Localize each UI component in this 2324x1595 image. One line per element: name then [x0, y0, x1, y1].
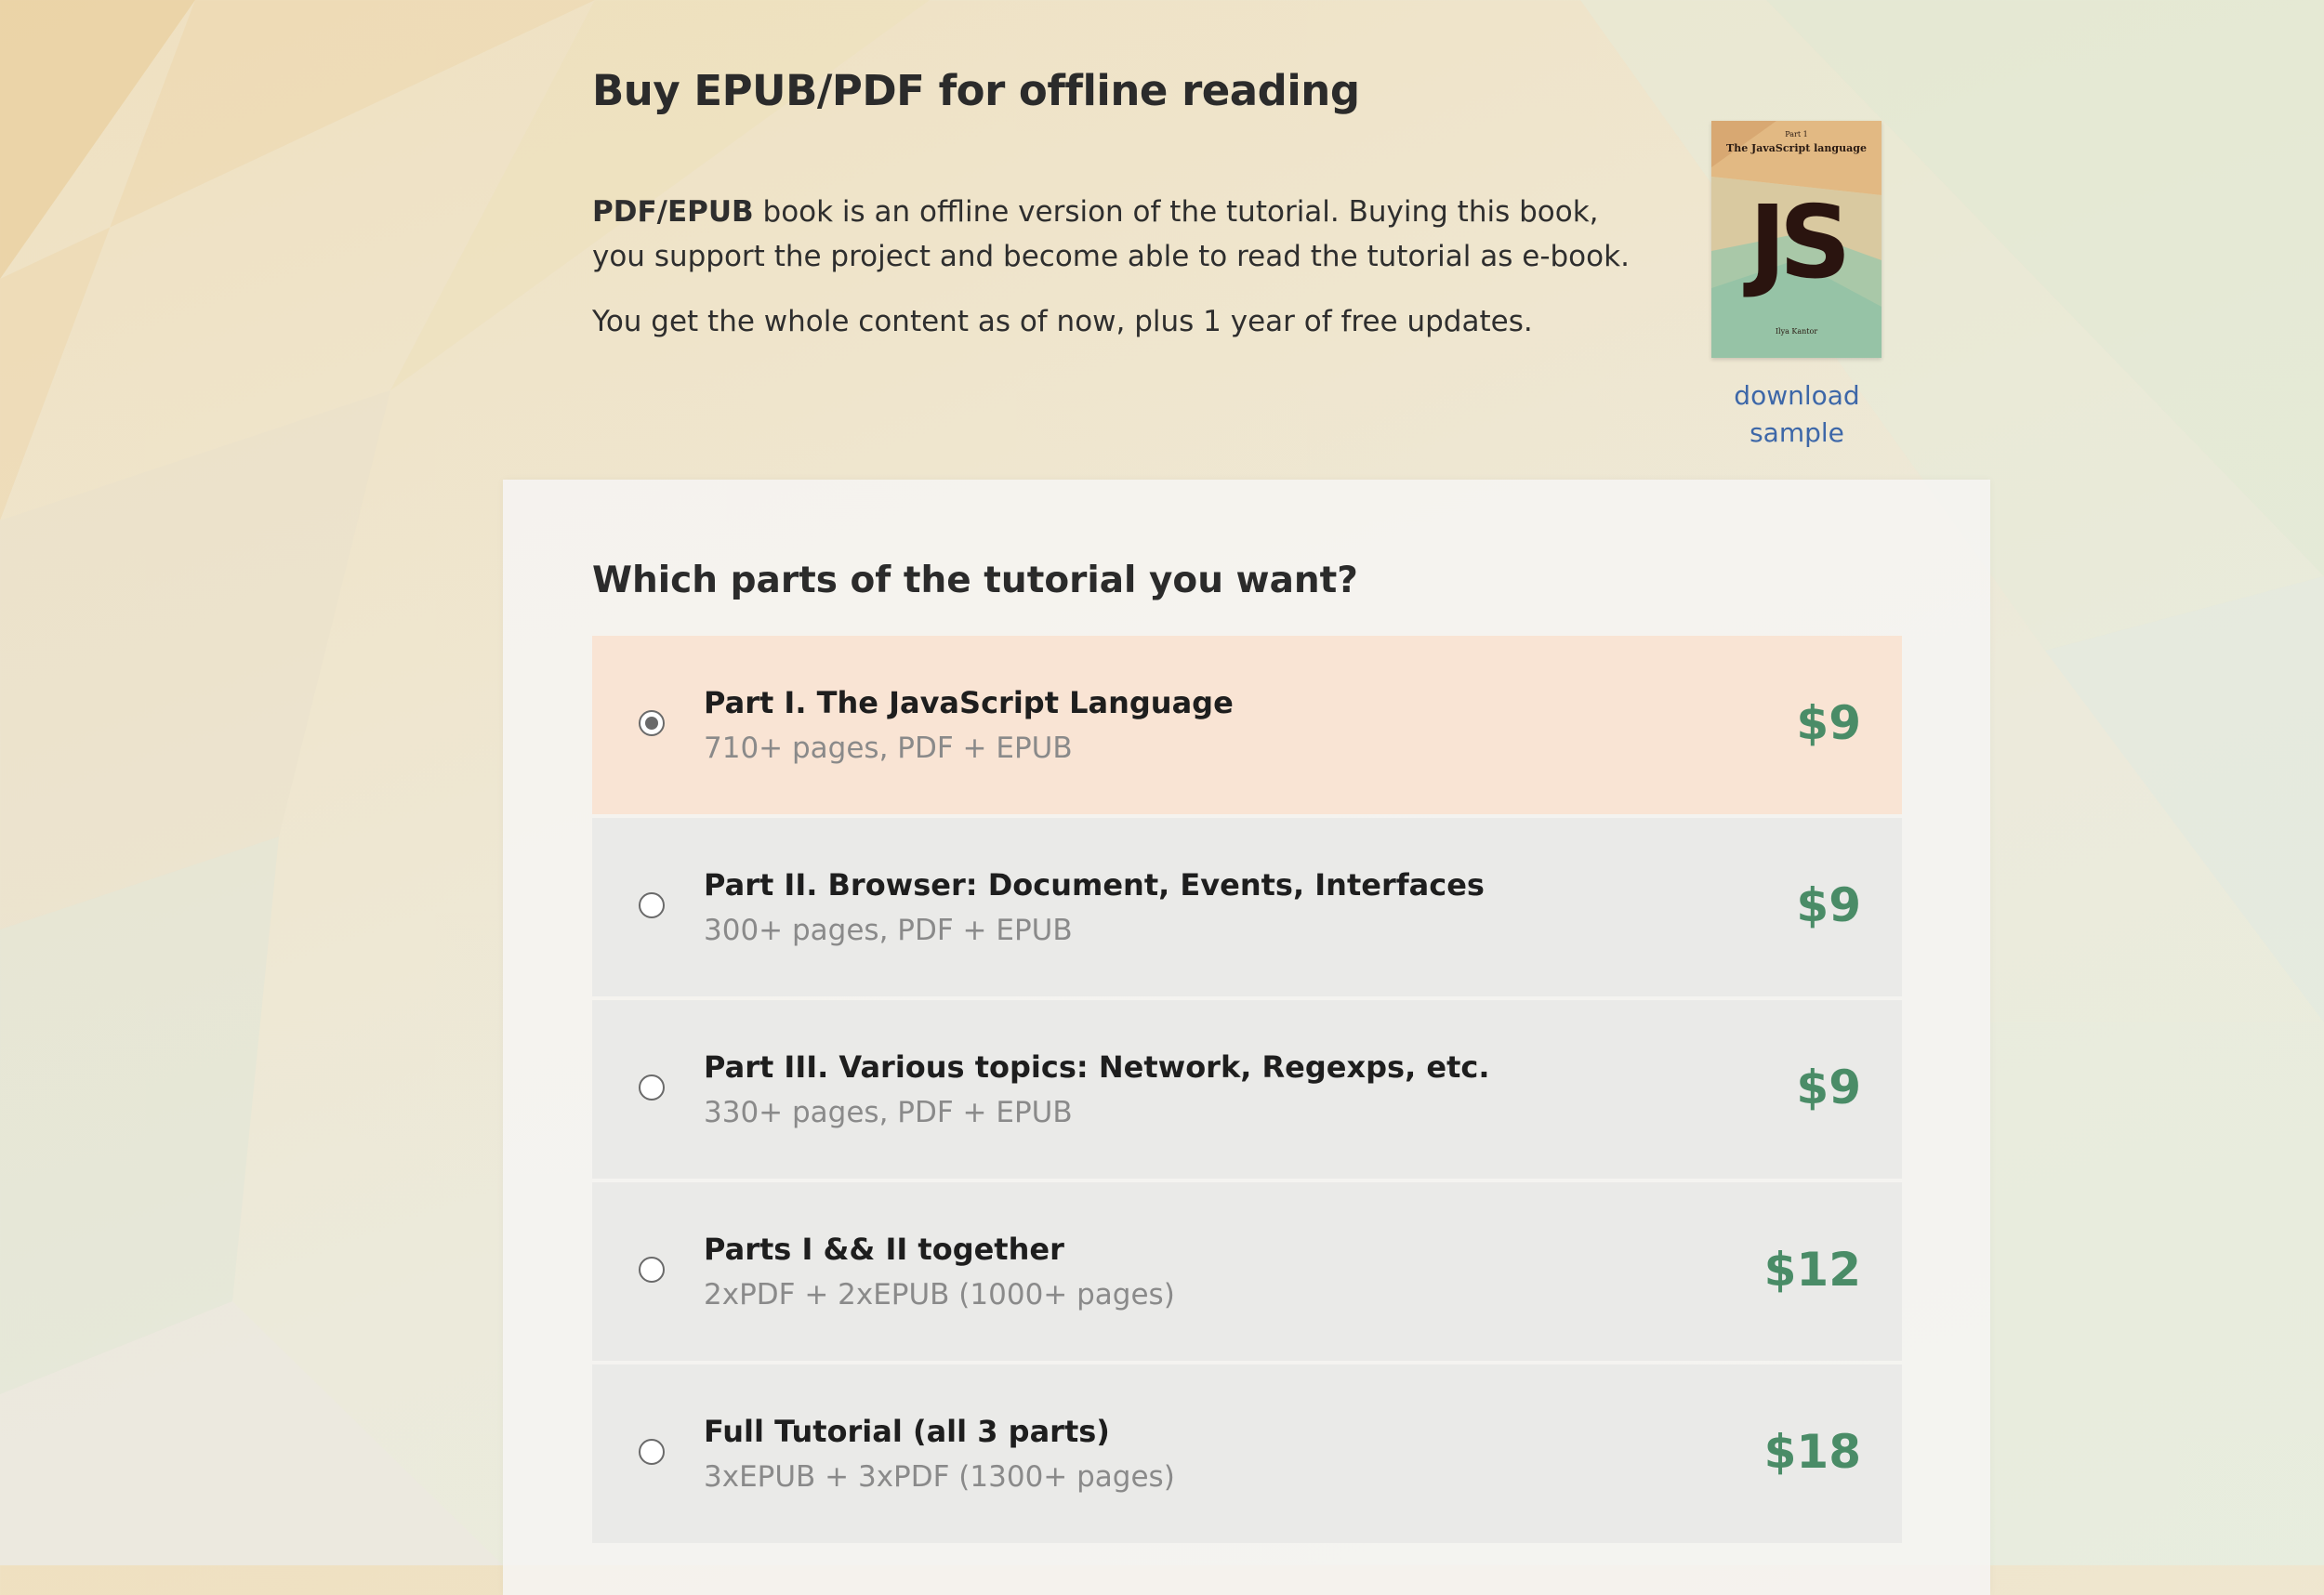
cover-js-logo: JS [1749, 185, 1852, 301]
option-title: Part I. The JavaScript Language [704, 685, 1234, 720]
cover-part-label: Part 1 [1785, 130, 1808, 138]
radio-button[interactable] [639, 1257, 665, 1283]
option-subtitle: 3xEPUB + 3xPDF (1300+ pages) [704, 1460, 1175, 1494]
radio-button[interactable] [639, 710, 665, 736]
option-price: $9 [1796, 1061, 1861, 1114]
option-title: Part II. Browser: Document, Events, Inte… [704, 867, 1485, 903]
options-list: Part I. The JavaScript Language 710+ pag… [592, 636, 1902, 1547]
book-cover-image[interactable]: Part 1 The JavaScript language JS Ilya K… [1711, 121, 1882, 358]
option-subtitle: 300+ pages, PDF + EPUB [704, 914, 1073, 947]
option-row[interactable]: Parts I && II together 2xPDF + 2xEPUB (1… [592, 1182, 1902, 1361]
option-price: $9 [1796, 878, 1861, 932]
cover-author: Ilya Kantor [1775, 327, 1818, 336]
option-subtitle: 330+ pages, PDF + EPUB [704, 1096, 1073, 1129]
option-row[interactable]: Part II. Browser: Document, Events, Inte… [592, 818, 1902, 996]
updates-text: You get the whole content as of now, plu… [592, 305, 1533, 338]
intro-text: PDF/EPUB book is an offline version of t… [592, 190, 1633, 279]
option-row[interactable]: Part III. Various topics: Network, Regex… [592, 1000, 1902, 1179]
radio-button[interactable] [639, 892, 665, 918]
option-title: Parts I && II together [704, 1232, 1064, 1267]
download-sample-link[interactable]: download sample [1692, 377, 1902, 452]
option-price: $9 [1796, 696, 1861, 750]
radio-dot [645, 717, 658, 730]
radio-button[interactable] [639, 1439, 665, 1465]
intro-bold: PDF/EPUB [592, 195, 754, 229]
option-subtitle: 2xPDF + 2xEPUB (1000+ pages) [704, 1278, 1175, 1312]
option-title: Part III. Various topics: Network, Regex… [704, 1049, 1490, 1085]
option-subtitle: 710+ pages, PDF + EPUB [704, 732, 1073, 765]
parts-question-heading: Which parts of the tutorial you want? [592, 560, 1358, 601]
cover-title: The JavaScript language [1726, 142, 1867, 154]
option-price: $12 [1763, 1243, 1861, 1297]
option-row[interactable]: Full Tutorial (all 3 parts) 3xEPUB + 3xP… [592, 1364, 1902, 1543]
option-price: $18 [1763, 1425, 1861, 1479]
page: Buy EPUB/PDF for offline reading PDF/EPU… [0, 0, 2324, 1595]
page-title: Buy EPUB/PDF for offline reading [592, 66, 1360, 115]
option-title: Full Tutorial (all 3 parts) [704, 1414, 1110, 1449]
option-row[interactable]: Part I. The JavaScript Language 710+ pag… [592, 636, 1902, 814]
radio-button[interactable] [639, 1074, 665, 1101]
